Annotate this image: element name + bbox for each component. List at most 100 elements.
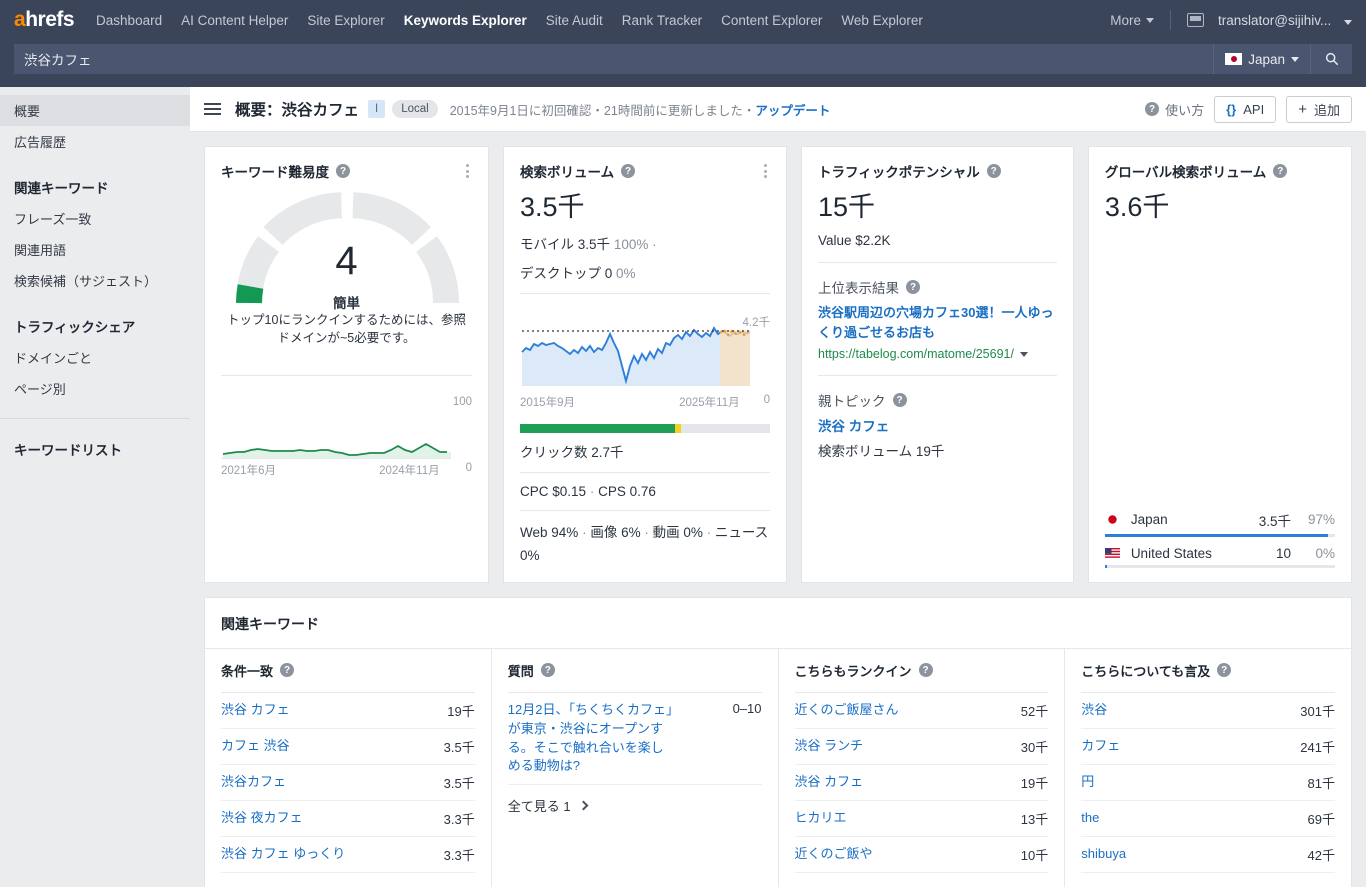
related-column-also-rank-for: こちらもランクイン ? 近くのご飯屋さん52千 渋谷 ランチ30千 渋谷 カフェ…	[779, 649, 1066, 887]
keyword-link[interactable]: 円	[1081, 773, 1094, 792]
keyword-volume: 81千	[1308, 773, 1335, 792]
search-volume-card: 検索ボリューム ? 3.5千 モバイル 3.5千 100% · デスクトップ 0	[503, 146, 787, 583]
view-all-link[interactable]: 全て見る 3,696	[795, 873, 1049, 887]
update-link[interactable]: アップデート	[755, 104, 830, 118]
nav-rank-tracker[interactable]: Rank Tracker	[622, 13, 702, 28]
question-mark-icon[interactable]: ?	[893, 393, 907, 407]
mobile-value: 3.5千	[578, 237, 610, 252]
question-mark-icon[interactable]: ?	[1217, 663, 1231, 677]
nav-keywords-explorer[interactable]: Keywords Explorer	[404, 13, 527, 28]
search-submit-button[interactable]	[1310, 44, 1352, 74]
sidebar-item-by-page[interactable]: ページ別	[0, 373, 190, 404]
sidebar-item-overview[interactable]: 概要	[0, 95, 190, 126]
kd-axis-start: 2021年6月	[221, 462, 276, 478]
table-row: 渋谷カフェ3.5千	[221, 765, 475, 801]
sidebar-heading-traffic-share: トラフィックシェア	[0, 310, 190, 342]
badge-local[interactable]: Local	[392, 100, 438, 118]
nav-site-explorer[interactable]: Site Explorer	[307, 13, 384, 28]
keyword-link[interactable]: 渋谷 カフェ ゆっくり	[221, 845, 345, 864]
volume-kebab-menu[interactable]	[761, 161, 770, 181]
keyword-link[interactable]: 渋谷 ランチ	[795, 737, 864, 756]
chevron-down-icon	[1146, 18, 1154, 23]
kd-kebab-menu[interactable]	[463, 161, 472, 181]
question-mark-icon[interactable]: ?	[906, 280, 920, 294]
sidebar-item-search-suggestions[interactable]: 検索候補（サジェスト）	[0, 265, 190, 296]
keyword-volume: 30千	[1021, 737, 1048, 756]
nav-web-explorer[interactable]: Web Explorer	[841, 13, 923, 28]
sidebar-item-related-terms[interactable]: 関連用語	[0, 234, 190, 265]
volume-chart-min: 0	[764, 394, 770, 410]
question-mark-icon[interactable]: ?	[280, 663, 294, 677]
parent-topic-value[interactable]: 渋谷 カフェ	[818, 415, 1057, 435]
api-button[interactable]: {} API	[1214, 96, 1276, 123]
add-label: 追加	[1314, 100, 1340, 119]
sidebar-item-ad-history[interactable]: 広告履歴	[0, 126, 190, 157]
keyword-link[interactable]: 近くのご飯や	[795, 845, 873, 864]
keyword-link[interactable]: 渋谷 カフェ	[795, 773, 864, 792]
view-all-link[interactable]: 全て見る 3,766	[221, 873, 475, 887]
keyword-link[interactable]: 12月2日、「ちくちくカフェ」が東京・渋谷にオープンする。そこで触れ合いを楽しめ…	[508, 701, 673, 776]
keyword-volume: 69千	[1308, 809, 1335, 828]
keyword-volume: 301千	[1300, 701, 1335, 720]
top-result-title[interactable]: 渋谷駅周辺の穴場カフェ30選！一人ゆっくり過ごせるお店も	[818, 303, 1057, 342]
keyword-link[interactable]: 渋谷カフェ	[221, 773, 286, 792]
related-column-questions: 質問 ? 12月2日、「ちくちくカフェ」が東京・渋谷にオープンする。そこで触れ合…	[492, 649, 779, 887]
serp-web: Web 94%	[520, 525, 578, 540]
question-mark-icon[interactable]: ?	[621, 164, 635, 178]
sidebar-item-by-domain[interactable]: ドメインごと	[0, 342, 190, 373]
chevron-down-icon[interactable]	[1020, 352, 1028, 357]
nav-content-explorer[interactable]: Content Explorer	[721, 13, 822, 28]
table-row: the 69千	[1081, 801, 1335, 837]
keyword-link[interactable]: the	[1081, 809, 1099, 828]
view-all-link[interactable]: 全て見る 1	[508, 785, 762, 826]
global-card-header: グローバル検索ボリューム ?	[1105, 161, 1335, 181]
keyword-link[interactable]: カフェ 渋谷	[221, 737, 290, 756]
keyword-link[interactable]: 渋谷 カフェ	[221, 701, 290, 720]
nav-dashboard[interactable]: Dashboard	[96, 13, 162, 28]
country-volume: 3.5千	[1259, 510, 1291, 530]
question-mark-icon[interactable]: ?	[987, 164, 1001, 178]
ahrefs-logo[interactable]: ahrefs	[14, 8, 74, 32]
keyword-difficulty-card: キーワード難易度 ?	[204, 146, 489, 583]
keyword-link[interactable]: カフェ	[1081, 737, 1120, 756]
question-mark-icon[interactable]: ?	[336, 164, 350, 178]
table-row: 渋谷 ランチ 30千	[795, 729, 1049, 765]
question-mark-icon[interactable]: ?	[541, 663, 555, 677]
add-button[interactable]: + 追加	[1286, 96, 1352, 123]
top-result-url[interactable]: https://tabelog.com/matome/25691/	[818, 347, 1014, 361]
keyword-link[interactable]: 渋谷 夜カフェ	[221, 809, 303, 828]
keyword-link[interactable]: shibuya	[1081, 845, 1126, 864]
view-all-link[interactable]: 全て見る 93	[1081, 873, 1335, 887]
flag-japan-icon	[1105, 513, 1121, 526]
search-input[interactable]	[14, 44, 1213, 74]
sidebar-toggle-button[interactable]	[204, 103, 221, 115]
kd-gauge: 4 簡単 トップ10にランクインするためには、参照ドメインが~5必要です。	[221, 187, 472, 357]
keyword-link[interactable]: 近くのご飯屋さん	[795, 701, 899, 720]
parent-topic-label: 親トピック	[818, 390, 886, 410]
table-row: 渋谷 301千	[1081, 693, 1335, 729]
volume-title: 検索ボリューム	[520, 161, 614, 181]
view-all-label: 全て見る 1	[508, 796, 571, 815]
search-bar: Japan	[0, 40, 1366, 87]
nav-site-audit[interactable]: Site Audit	[546, 13, 603, 28]
sidebar-heading-keyword-lists[interactable]: キーワードリスト	[0, 433, 190, 465]
more-menu-button[interactable]: More	[1110, 13, 1154, 28]
keyword-volume: 13千	[1021, 809, 1048, 828]
nav-ai-content-helper[interactable]: AI Content Helper	[181, 13, 288, 28]
keyword-link[interactable]: 渋谷	[1081, 701, 1107, 720]
badge-intent[interactable]: I	[368, 100, 385, 118]
clicks-yellow-segment	[675, 424, 681, 433]
monitor-icon[interactable]	[1187, 13, 1204, 27]
keyword-link[interactable]: ヒカリエ	[795, 809, 847, 828]
how-to-use-button[interactable]: ? 使い方	[1145, 100, 1204, 119]
question-mark-icon[interactable]: ?	[1273, 164, 1287, 178]
country-selector[interactable]: Japan	[1213, 44, 1310, 74]
serp-video: 動画 0%	[653, 525, 703, 540]
sidebar-item-phrase-match[interactable]: フレーズ一致	[0, 203, 190, 234]
account-menu-button[interactable]: translator@sijihiv...	[1218, 13, 1352, 28]
question-mark-icon[interactable]: ?	[919, 663, 933, 677]
main-nav-links: Dashboard AI Content Helper Site Explore…	[96, 13, 923, 28]
country-name: United States	[1131, 546, 1212, 561]
plus-icon: +	[1298, 101, 1307, 118]
keyword-volume: 3.5千	[444, 737, 475, 756]
